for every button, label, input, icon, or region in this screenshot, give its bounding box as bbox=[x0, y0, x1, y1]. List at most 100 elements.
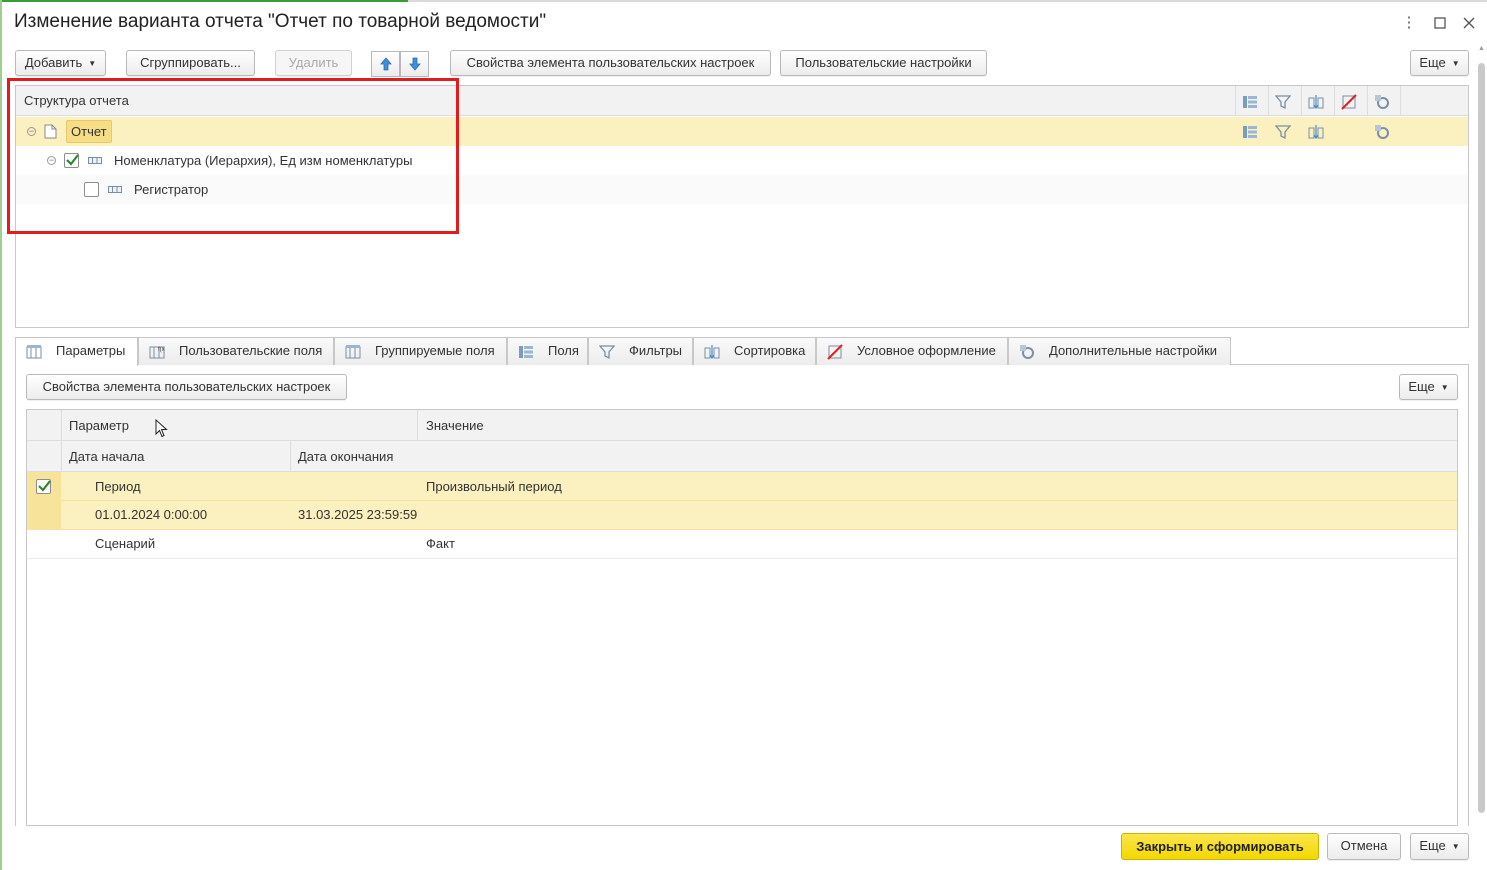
fields-icon bbox=[1243, 96, 1257, 108]
tab-user-fields[interactable]: f(x) Пользовательские поля bbox=[138, 337, 334, 365]
table-row-period-dates[interactable]: 01.01.2024 0:00:00 31.03.2025 23:59:59 bbox=[27, 501, 1457, 530]
collapse-icon[interactable]: − bbox=[47, 156, 56, 165]
params-more-button[interactable]: Еще ▼ bbox=[1399, 374, 1458, 400]
maximize-icon[interactable] bbox=[1429, 12, 1451, 34]
params-element-properties-button[interactable]: Свойства элемента пользовательских настр… bbox=[26, 374, 347, 400]
table-row-period[interactable]: Период Произвольный период bbox=[27, 472, 1457, 501]
move-down-button[interactable] bbox=[400, 51, 429, 77]
chevron-down-icon: ▼ bbox=[1451, 59, 1460, 68]
column-header-end-date[interactable]: Дата окончания bbox=[298, 449, 393, 464]
chevron-down-icon: ▼ bbox=[1451, 842, 1460, 851]
tree-row-report[interactable]: − Отчет bbox=[16, 117, 1468, 146]
tree-label-nomenclature: Номенклатура (Иерархия), Ед изм номенкла… bbox=[114, 153, 413, 168]
tab-sorting[interactable]: Сортировка bbox=[693, 337, 816, 365]
filter-icon[interactable] bbox=[1275, 124, 1291, 140]
column-header-value[interactable]: Значение bbox=[426, 418, 484, 433]
tab-filters-label: Фильтры bbox=[629, 343, 683, 358]
tab-user-fields-label: Пользовательские поля bbox=[179, 343, 323, 358]
fields-icon[interactable] bbox=[1242, 124, 1258, 140]
tab-parameters-label: Параметры bbox=[56, 343, 126, 358]
scroll-up-icon[interactable]: ▲ bbox=[1478, 45, 1485, 52]
structure-header-label: Структура отчета bbox=[24, 93, 129, 108]
structure-header: Структура отчета bbox=[16, 86, 1468, 116]
collapse-icon[interactable]: − bbox=[27, 127, 36, 136]
sort-icon bbox=[1308, 95, 1324, 110]
window-scrollbar[interactable]: ▲ bbox=[1477, 45, 1486, 820]
scrollbar-thumb[interactable] bbox=[1478, 63, 1485, 813]
window-left-border bbox=[0, 0, 2, 870]
mouse-cursor-icon bbox=[155, 419, 168, 438]
tab-extra-settings-label: Дополнительные настройки bbox=[1049, 343, 1218, 358]
tab-grouped-fields-label: Группируемые поля bbox=[375, 343, 495, 358]
document-icon bbox=[44, 124, 57, 139]
tab-parameters[interactable]: Параметры bbox=[15, 337, 138, 366]
start-date-value[interactable]: 01.01.2024 0:00:00 bbox=[95, 507, 207, 522]
tab-extra-settings[interactable]: Дополнительные настройки bbox=[1008, 337, 1231, 365]
more-button-top[interactable]: Еще ▼ bbox=[1410, 50, 1469, 76]
table-header-row-2: Дата начала Дата окончания bbox=[27, 441, 1457, 472]
arrow-up-icon bbox=[380, 57, 392, 71]
nomenclature-checkbox[interactable] bbox=[64, 153, 79, 168]
add-button[interactable]: Добавить ▼ bbox=[15, 50, 106, 76]
registrar-checkbox[interactable] bbox=[84, 182, 99, 197]
tab-grouped-fields[interactable]: Группируемые поля bbox=[334, 337, 507, 365]
conditional-format-icon bbox=[1341, 94, 1357, 110]
grouping-icon bbox=[108, 186, 122, 193]
tab-conditional-format-label: Условное оформление bbox=[857, 343, 996, 358]
group-button[interactable]: Сгруппировать... bbox=[126, 50, 255, 76]
param-value[interactable]: Произвольный период bbox=[426, 479, 562, 494]
table-row-scenario[interactable]: Сценарий Факт bbox=[27, 530, 1457, 559]
tab-filters[interactable]: Фильтры bbox=[588, 337, 693, 365]
user-settings-button[interactable]: Пользовательские настройки bbox=[780, 50, 987, 76]
close-and-generate-button[interactable]: Закрыть и сформировать bbox=[1121, 833, 1319, 860]
more-button-bottom-label: Еще bbox=[1419, 838, 1446, 853]
element-properties-button[interactable]: Свойства элемента пользовательских настр… bbox=[450, 50, 771, 76]
move-up-button[interactable] bbox=[371, 51, 400, 77]
extra-settings-icon bbox=[1375, 95, 1389, 109]
tree-label-registrar: Регистратор bbox=[134, 182, 209, 197]
column-header-start-date[interactable]: Дата начала bbox=[69, 449, 144, 464]
user-fields-icon: f(x) bbox=[149, 346, 165, 359]
delete-button[interactable]: Удалить bbox=[275, 50, 352, 76]
window-menu-icon[interactable]: ⋮ bbox=[1398, 12, 1420, 34]
params-more-label: Еще bbox=[1408, 379, 1435, 394]
add-button-label: Добавить bbox=[24, 55, 83, 70]
tab-conditional-format[interactable]: Условное оформление bbox=[816, 337, 1008, 365]
close-icon[interactable] bbox=[1458, 12, 1480, 34]
column-header-parameter[interactable]: Параметр bbox=[69, 418, 129, 433]
filter-icon bbox=[1275, 95, 1291, 110]
tab-fields[interactable]: Поля bbox=[507, 337, 588, 365]
svg-text:f(x): f(x) bbox=[158, 347, 165, 353]
tree-row-registrar[interactable]: Регистратор bbox=[16, 175, 1468, 204]
window-top-accent bbox=[0, 0, 408, 2]
param-name: Период bbox=[95, 479, 141, 494]
extra-settings-icon[interactable] bbox=[1374, 124, 1390, 140]
more-button-top-label: Еще bbox=[1419, 55, 1446, 70]
table-header-row-1: Параметр Значение bbox=[27, 410, 1457, 441]
sort-icon[interactable] bbox=[1308, 124, 1324, 140]
sort-icon bbox=[704, 345, 720, 360]
cancel-button[interactable]: Отмена bbox=[1327, 833, 1401, 860]
tab-fields-label: Поля bbox=[548, 343, 579, 358]
window-title: Изменение варианта отчета "Отчет по това… bbox=[14, 11, 547, 32]
chevron-down-icon: ▼ bbox=[1440, 383, 1449, 392]
period-checkbox-marker bbox=[36, 479, 51, 494]
arrow-down-icon bbox=[409, 57, 421, 71]
report-structure-panel: Структура отчета − Отчет − Номенклатура … bbox=[15, 85, 1469, 328]
checkmark-icon bbox=[38, 480, 51, 492]
parameters-table: Параметр Значение Дата начала Дата оконч… bbox=[26, 409, 1458, 826]
end-date-value[interactable]: 31.03.2025 23:59:59 bbox=[298, 507, 417, 522]
parameters-icon bbox=[26, 345, 42, 359]
tree-label-report: Отчет bbox=[66, 120, 112, 143]
checkmark-icon bbox=[66, 154, 79, 166]
param-value[interactable]: Факт bbox=[426, 536, 455, 551]
window-top-border bbox=[408, 0, 1487, 2]
extra-settings-icon bbox=[1020, 345, 1034, 359]
tree-row-nomenclature[interactable]: − Номенклатура (Иерархия), Ед изм номенк… bbox=[16, 146, 1468, 175]
tab-sorting-label: Сортировка bbox=[734, 343, 806, 358]
conditional-format-icon bbox=[827, 344, 843, 360]
filter-icon bbox=[599, 345, 615, 360]
more-button-bottom[interactable]: Еще ▼ bbox=[1410, 833, 1469, 860]
grouping-icon bbox=[88, 157, 102, 164]
grouped-fields-icon bbox=[345, 345, 361, 359]
